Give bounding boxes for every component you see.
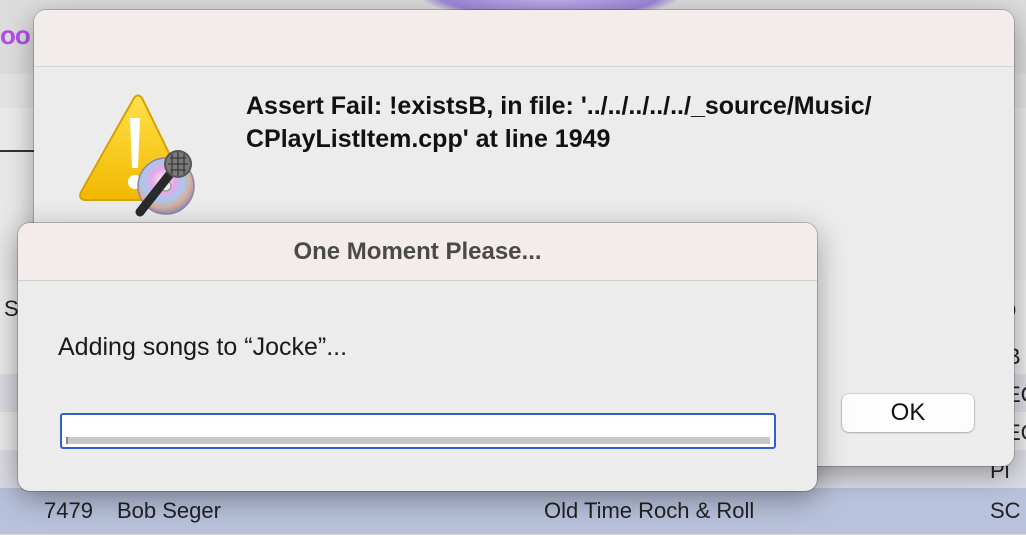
progress-message: Adding songs to “Jocke”...: [58, 333, 348, 361]
song-number: 7479: [44, 498, 93, 523]
cell-fragment: SC: [990, 498, 1021, 523]
assert-message-line-1: Assert Fail: !existsB, in file: '../../.…: [246, 92, 872, 120]
progress-dialog-title[interactable]: One Moment Please...: [18, 223, 817, 281]
song-title: Old Time Roch & Roll: [544, 498, 755, 523]
assert-dialog-titlebar[interactable]: [34, 10, 1014, 67]
assert-message: Assert Fail: !existsB, in file: '../../.…: [246, 90, 966, 156]
progress-bar: [60, 413, 776, 449]
app-logo-fragment: oo: [0, 20, 31, 50]
table-row-selected[interactable]: 7479 Bob Seger Old Time Roch & Roll SC: [0, 488, 1026, 535]
progress-bar-track: [66, 437, 770, 444]
progress-dialog: One Moment Please... Adding songs to “Jo…: [18, 223, 817, 491]
song-artist: Bob Seger: [117, 498, 221, 523]
column-header-fragment: S: [4, 296, 19, 321]
assert-message-line-2: CPlayListItem.cpp' at line 1949: [246, 125, 611, 153]
warning-microphone-icon: [78, 94, 204, 218]
ok-button[interactable]: OK: [842, 394, 974, 432]
